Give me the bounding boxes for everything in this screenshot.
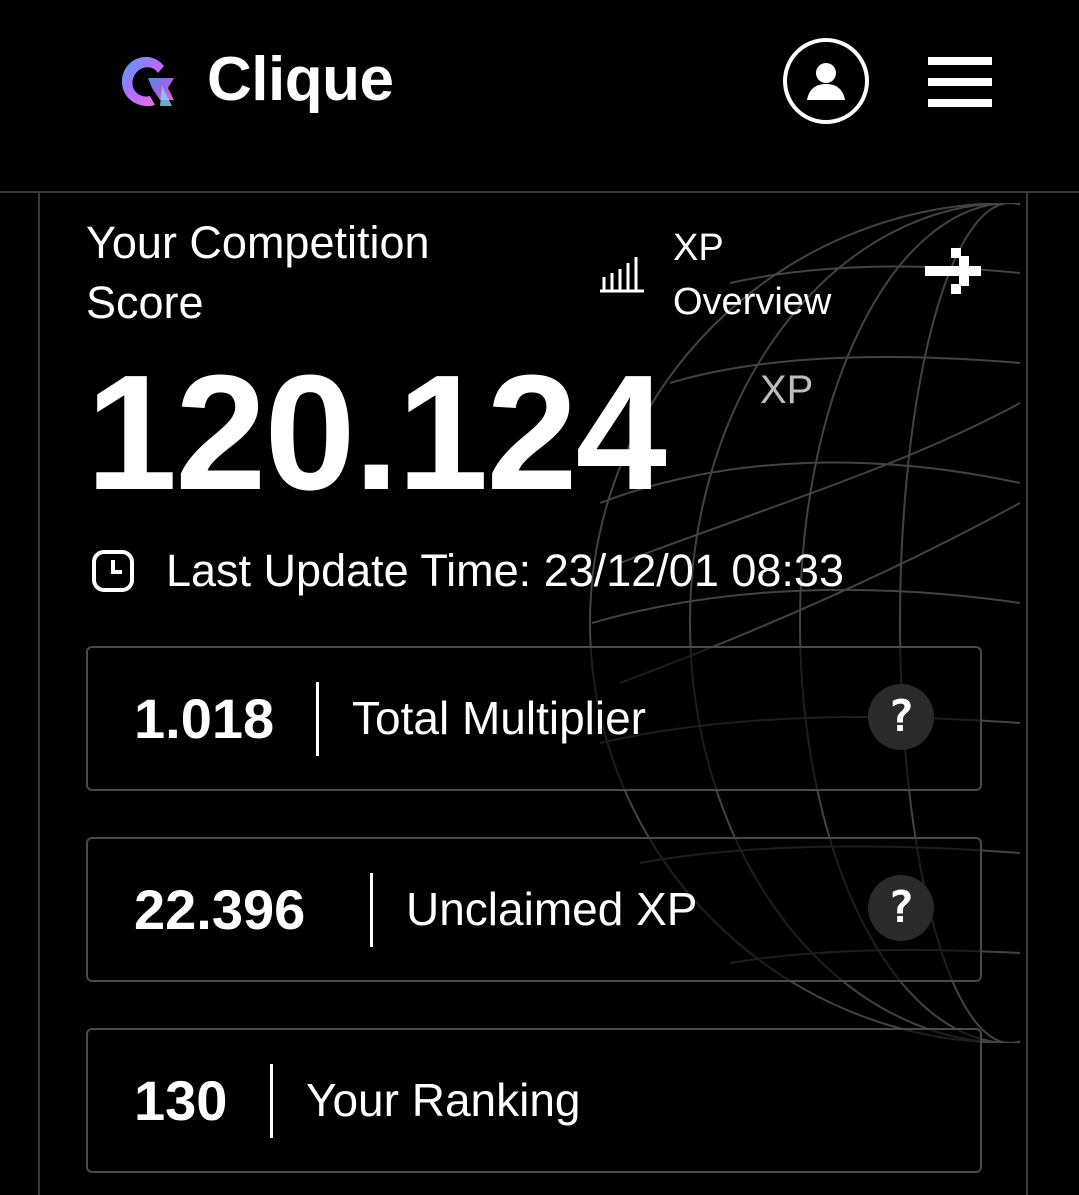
user-icon [807, 63, 845, 100]
last-update-time: Last Update Time: 23/12/01 08:33 [166, 545, 844, 596]
app-header: Clique [0, 0, 1079, 193]
menu-line [928, 78, 992, 86]
competition-score-value: 120.124 [86, 341, 667, 524]
xp-overview-label: XP Overview [673, 227, 832, 323]
score-panel: Your Competition Score XP Overview 120.1… [38, 193, 1028, 1195]
menu-line [928, 99, 992, 107]
arrow-right-icon [925, 248, 981, 294]
total-multiplier-card: 1.018 Total Multiplier ? [86, 646, 982, 791]
question-icon: ? [887, 882, 915, 933]
question-icon: ? [887, 691, 915, 742]
ranking-card: 130 Your Ranking [86, 1028, 982, 1173]
unclaimed-xp-label: Unclaimed XP [406, 883, 698, 935]
ranking-value: 130 [134, 1069, 228, 1132]
ranking-label: Your Ranking [306, 1074, 581, 1126]
score-title: Your Competition Score [86, 217, 430, 328]
unclaimed-xp-card: 22.396 Unclaimed XP ? [86, 837, 982, 982]
bar-chart-icon [600, 257, 644, 293]
hamburger-menu-icon[interactable] [928, 55, 994, 109]
total-multiplier-value: 1.018 [134, 687, 275, 750]
clique-logo[interactable] [112, 50, 178, 112]
clock-icon [92, 550, 134, 592]
menu-line [928, 57, 992, 65]
score-unit: XP [760, 368, 814, 412]
profile-button[interactable] [783, 38, 869, 124]
total-multiplier-label: Total Multiplier [352, 692, 646, 744]
unclaimed-xp-value: 22.396 [134, 878, 306, 941]
unclaimed-xp-help-button[interactable]: ? [868, 875, 934, 941]
stat-divider [316, 682, 319, 756]
total-multiplier-help-button[interactable]: ? [868, 684, 934, 750]
brand-name: Clique [207, 45, 394, 114]
stat-divider [270, 1064, 273, 1138]
stat-divider [370, 873, 373, 947]
xp-overview-link[interactable]: XP Overview [598, 221, 988, 323]
